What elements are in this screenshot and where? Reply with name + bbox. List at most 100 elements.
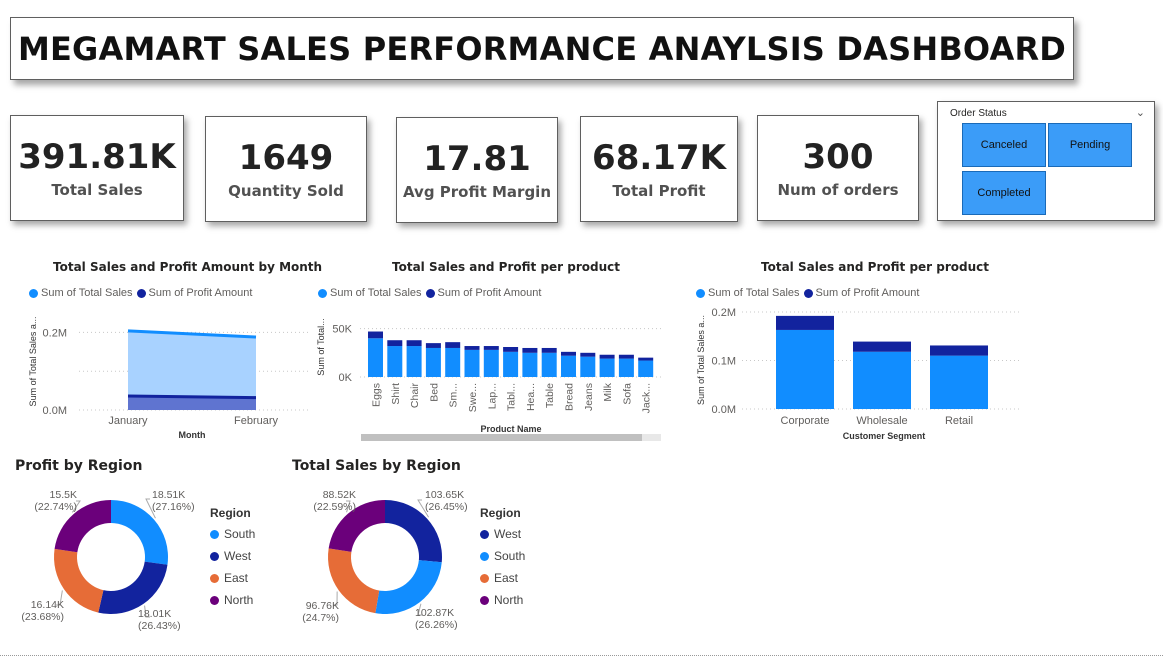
kpi-card-total-profit[interactable]: 68.17K Total Profit [580,116,738,222]
kpi-value: 1649 [238,138,334,178]
legend-item-south: South [480,549,525,563]
legend-label-profit: Sum of Profit Amount [437,287,542,299]
data-label-percent: (23.68%) [21,611,64,623]
data-label-value: 102.87K [415,607,454,619]
kpi-value: 68.17K [592,138,726,178]
bar-sales [522,352,538,377]
slicer-option-completed[interactable]: Completed [962,171,1046,215]
legend-item-north: North [210,593,255,607]
x-tick-label: Jack... [641,383,653,413]
kpi-card-total-sales[interactable]: 391.81K Total Sales [10,115,184,221]
kpi-card-avg-profit-margin[interactable]: 17.81 Avg Profit Margin [396,117,558,223]
bar-profit [503,347,519,352]
profit-region-legend: Region South West East North [210,506,255,607]
sales-region-donut[interactable]: 103.65K(26.45%) 102.87K(26.26%) 96.76K(24.… [275,478,480,643]
bar-profit [776,315,834,330]
bar-profit [522,347,538,353]
x-axis-title: Customer Segment [843,431,926,441]
kpi-card-quantity-sold[interactable]: 1649 Quantity Sold [205,116,367,222]
x-tick-label: Tabl... [506,383,518,411]
order-status-slicer[interactable]: Order Status ⌄ Canceled Pending Complete… [937,101,1155,221]
bar-profit [599,354,615,359]
kpi-label: Num of orders [777,181,899,199]
x-tick-label: Sm... [448,383,460,408]
chevron-down-icon[interactable]: ⌄ [1136,106,1145,119]
y-tick-label: 0.0M [712,404,736,416]
x-tick-label: Retail [945,415,973,427]
kpi-label: Total Profit [612,182,706,200]
bar-sales [368,338,383,377]
segment-chart-title: Total Sales and Profit per product [761,260,990,274]
product-chart-title: Total Sales and Profit per product [392,260,621,274]
x-tick-label: Chair [409,382,421,408]
data-label-percent: (24.7%) [302,612,339,624]
donut-slice [375,560,442,614]
month-chart-legend: Sum of Total Sales Sum of Profit Amount [29,287,252,299]
legend-item-north: North [480,593,525,607]
bar-sales [776,329,834,409]
month-area-chart[interactable]: 0.0M 0.2M Sum of Total Sales a... January Fe… [24,305,314,445]
scrollbar-thumb [361,434,642,441]
bar-profit [387,340,403,347]
bar-sales [599,358,615,377]
bar-sales [445,347,461,377]
data-label-value: 88.52K [323,489,356,501]
data-label-value: 15.5K [50,489,77,501]
slicer-title: Order Status [950,108,1007,119]
profit-line [127,394,257,400]
bar-sales [618,358,634,377]
x-tick-label: Lap... [486,383,498,409]
data-label-percent: (26.26%) [415,619,458,631]
kpi-value: 391.81K [18,137,176,177]
y-tick-label: 0K [339,372,353,384]
legend-label-profit: Sum of Profit Amount [815,287,920,299]
data-label-percent: (22.74%) [34,501,77,513]
profit-region-title: Profit by Region [15,458,143,474]
data-label-value: 96.76K [306,600,339,612]
slicer-option-pending[interactable]: Pending [1048,123,1132,167]
data-label-value: 16.14K [31,599,64,611]
bar-profit [483,346,499,350]
legend-dot-profit [803,288,813,298]
y-axis-title: Sum of Total Sales a... [28,317,38,407]
legend-label-sales: Sum of Total Sales [708,287,800,299]
donut-slice [98,561,168,614]
kpi-card-num-orders[interactable]: 300 Num of orders [757,115,919,221]
bar-profit [580,352,596,357]
legend-item-west: West [210,549,255,563]
legend-item-east: East [210,571,255,585]
x-tick-label: Sofa [621,383,633,405]
legend-dot-profit [136,288,146,298]
bar-sales [561,355,576,377]
bar-sales [387,346,403,377]
data-label-value: 18.51K [152,489,185,501]
x-tick-label: Wholesale [856,415,907,427]
legend-dot-profit [425,288,435,298]
bar-profit [561,351,576,356]
product-bar-chart[interactable]: 0K 50K Sum of Total... Eggs Shirt Chair Bed Sm.… [312,305,667,445]
bar-profit [368,331,383,339]
y-tick-label: 0.2M [43,327,67,339]
y-tick-label: 0.0M [43,405,67,417]
bar-sales [483,349,499,377]
bar-sales [853,351,911,409]
data-label-value: 103.65K [425,489,464,501]
legend-dot-sales [318,288,327,298]
y-tick-label: 50K [332,324,352,336]
x-tick-label: Milk [602,382,614,401]
slicer-option-canceled[interactable]: Canceled [962,123,1046,167]
legend-title: Region [210,506,251,520]
sales-region-title: Total Sales by Region [292,458,461,474]
segment-bar-chart[interactable]: 0.0M 0.1M 0.2M Sum of Total Sales a... Corpo… [692,303,1032,448]
profit-region-donut[interactable]: 18.51K(27.16%) 18.01K(26.43%) 16.14K(23.68… [0,478,205,643]
sales-region-legend: Region West South East North [480,506,525,607]
y-tick-label: 0.2M [712,307,736,319]
data-label-percent: (26.45%) [425,501,468,513]
bar-profit [406,340,422,347]
bar-profit [464,346,480,350]
x-tick-label: Bread [564,383,576,411]
x-axis-title: Product Name [480,424,541,434]
legend-label-sales: Sum of Total Sales [41,287,133,299]
y-axis-title: Sum of Total... [316,318,326,375]
x-tick-label: January [108,415,148,427]
